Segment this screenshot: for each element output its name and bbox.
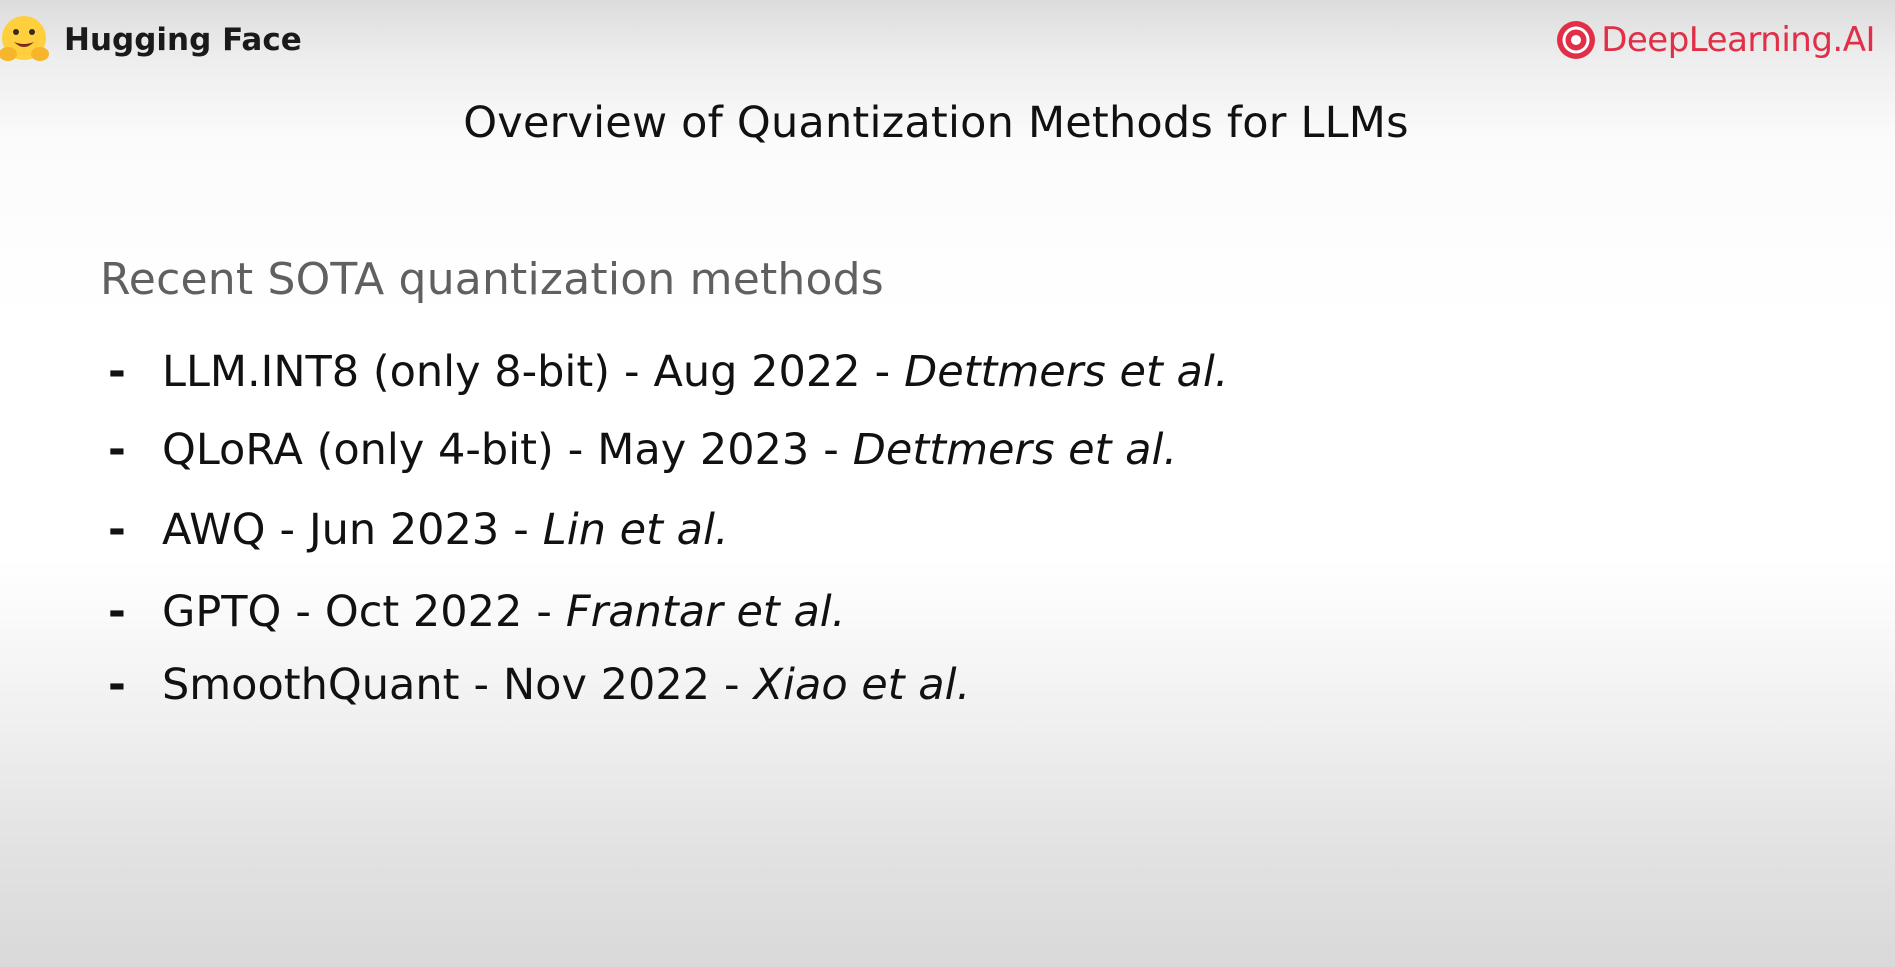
deeplearning-ai-logo-icon [1555, 19, 1597, 61]
method-authors: Lin et al. [542, 505, 729, 555]
list-item: - QLoRA (only 4-bit) - May 2023 - Dettme… [108, 418, 1177, 482]
list-item: - GPTQ - Oct 2022 - Frantar et al. [108, 580, 845, 644]
method-name: QLoRA (only 4-bit) [162, 425, 554, 475]
separator-dash: - [295, 587, 311, 637]
method-name: SmoothQuant [162, 660, 460, 710]
method-authors: Xiao et al. [753, 660, 971, 710]
separator-dash: - [473, 660, 490, 710]
hugging-face-brand: Hugging Face [0, 10, 302, 70]
method-name: LLM.INT8 (only 8-bit) [162, 347, 610, 397]
separator-dash: - [823, 425, 839, 475]
list-item: - AWQ - Jun 2023 - Lin et al. [108, 498, 729, 562]
hugging-face-emoji-icon [0, 10, 54, 70]
method-date: Jun 2023 [308, 505, 500, 555]
bullet-dash: - [108, 425, 126, 475]
bullet-dash: - [108, 505, 126, 555]
method-date: May 2023 [597, 425, 810, 475]
separator-dash: - [279, 505, 295, 555]
slide-subtitle: Recent SOTA quantization methods [100, 254, 884, 305]
method-authors: Dettmers et al. [852, 425, 1178, 475]
separator-dash: - [513, 505, 529, 555]
method-date: Oct 2022 [324, 587, 523, 637]
bullet-dash: - [108, 587, 126, 637]
hugging-face-label: Hugging Face [64, 22, 302, 58]
separator-dash: - [536, 587, 552, 637]
slide-title: Overview of Quantization Methods for LLM… [463, 98, 1409, 148]
bullet-dash: - [108, 347, 126, 397]
bullet-dash: - [108, 660, 126, 710]
separator-dash: - [724, 660, 740, 710]
method-name: GPTQ [162, 587, 282, 637]
method-date: Aug 2022 [653, 347, 861, 397]
method-name: AWQ [162, 505, 266, 555]
method-authors: Frantar et al. [565, 587, 846, 637]
list-item: - LLM.INT8 (only 8-bit) - Aug 2022 - Det… [108, 340, 1228, 404]
separator-dash: - [874, 347, 891, 397]
method-date: Nov 2022 [503, 660, 711, 710]
separator-dash: - [567, 425, 584, 475]
deeplearning-ai-brand: DeepLearning.AI [1555, 16, 1875, 64]
separator-dash: - [623, 347, 640, 397]
list-item: - SmoothQuant - Nov 2022 - Xiao et al. [108, 653, 970, 717]
deeplearning-ai-label: DeepLearning.AI [1601, 20, 1875, 60]
method-authors: Dettmers et al. [904, 347, 1229, 397]
